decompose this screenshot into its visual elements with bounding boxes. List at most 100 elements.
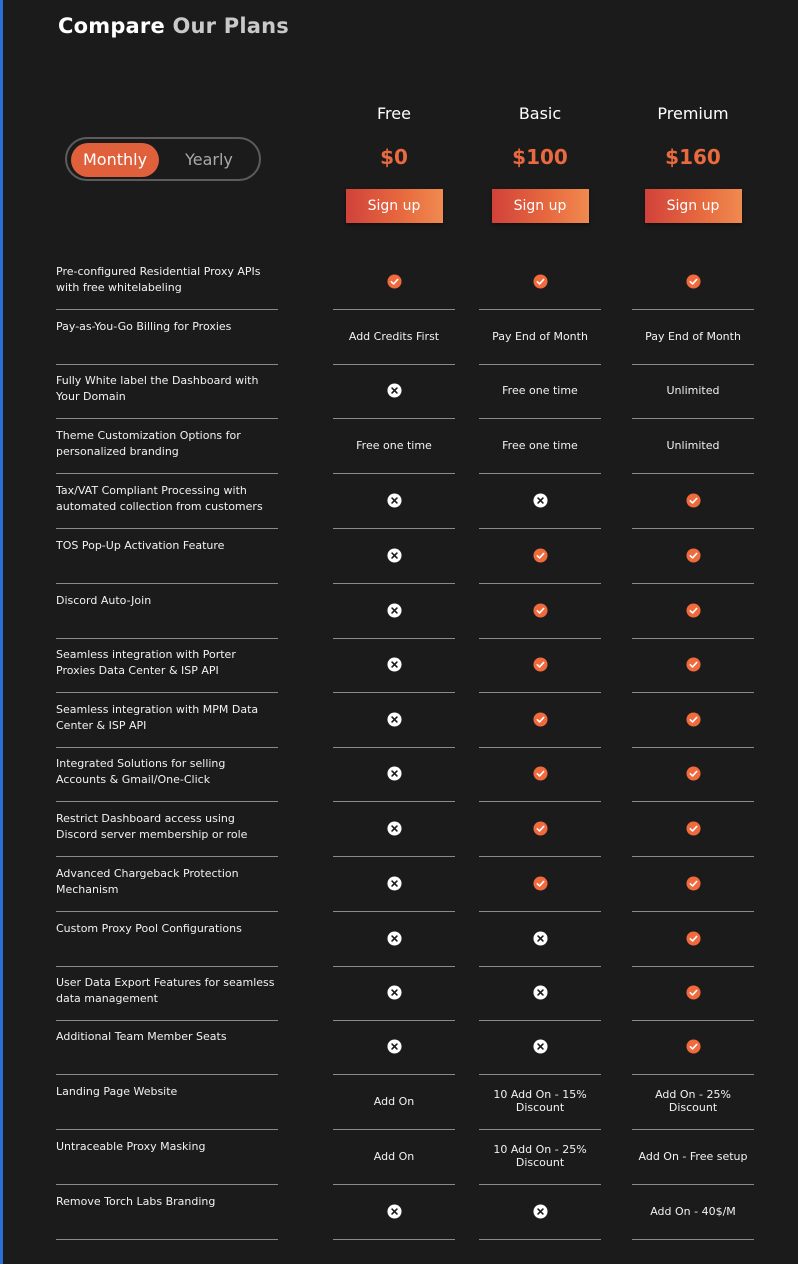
feature-cell-free [333, 255, 455, 310]
billing-period-toggle[interactable]: Monthly Yearly [65, 137, 261, 181]
check-icon [532, 765, 548, 781]
feature-label: Tax/VAT Compliant Processing with automa… [56, 474, 278, 529]
feature-label: Restrict Dashboard access using Discord … [56, 802, 278, 857]
feature-row: Fully White label the Dashboard with You… [0, 364, 798, 419]
feature-value: Add On - Free setup [638, 1149, 748, 1163]
feature-cell-premium [632, 584, 754, 639]
check-icon [685, 547, 701, 563]
feature-cell-basic: 10 Add On - 15% Discount [479, 1075, 601, 1130]
plan-column-basic: Basic $100 Sign up [479, 103, 601, 223]
feature-cell-premium [632, 912, 754, 967]
feature-cell-free [333, 529, 455, 584]
cross-icon [532, 1203, 548, 1219]
feature-row: Custom Proxy Pool Configurations [0, 912, 798, 967]
feature-cell-premium [632, 966, 754, 1021]
check-icon [685, 765, 701, 781]
cross-icon [532, 492, 548, 508]
cross-icon [386, 547, 402, 563]
feature-cell-premium [632, 747, 754, 802]
feature-value: 10 Add On - 25% Discount [493, 1143, 587, 1169]
feature-cell-premium: Unlimited [632, 419, 754, 474]
check-icon [532, 602, 548, 618]
feature-label: Advanced Chargeback Protection Mechanism [56, 857, 278, 912]
check-icon [532, 273, 548, 289]
feature-row: TOS Pop-Up Activation Feature [0, 529, 798, 584]
cross-icon [386, 602, 402, 618]
feature-row: Pay-as-You-Go Billing for Proxies Add Cre… [0, 310, 798, 365]
plan-column-premium: Premium $160 Sign up [632, 103, 754, 223]
feature-row: Advanced Chargeback Protection Mechanism [0, 857, 798, 912]
feature-row: Seamless integration with Porter Proxies… [0, 638, 798, 693]
plan-name: Free [377, 104, 411, 123]
cross-icon [532, 1038, 548, 1054]
feature-label: Remove Torch Labs Branding [56, 1185, 278, 1240]
feature-label: Pay-as-You-Go Billing for Proxies [56, 310, 278, 365]
feature-cell-premium: Add On - 40$/M [632, 1185, 754, 1240]
feature-cell-premium [632, 529, 754, 584]
feature-value: 10 Add On - 15% Discount [493, 1088, 587, 1114]
feature-row: Tax/VAT Compliant Processing with automa… [0, 474, 798, 529]
monthly-option[interactable]: Monthly [71, 143, 159, 177]
feature-row: Theme Customization Options for personal… [0, 419, 798, 474]
feature-label: Untraceable Proxy Masking [56, 1130, 278, 1185]
feature-cell-free [333, 584, 455, 639]
feature-row: Restrict Dashboard access using Discord … [0, 802, 798, 857]
plan-name: Basic [518, 104, 562, 123]
feature-cell-premium [632, 255, 754, 310]
feature-cell-basic: Free one time [479, 419, 601, 474]
signup-button-basic[interactable]: Sign up [491, 189, 589, 223]
cross-icon [386, 1203, 402, 1219]
feature-value: Free one time [502, 438, 578, 452]
feature-cell-free [333, 857, 455, 912]
plan-column-free: Free $0 Sign up [333, 103, 455, 223]
feature-row: Additional Team Member Seats [0, 1020, 798, 1075]
feature-value: Pay End of Month [492, 329, 588, 343]
feature-cell-free: Free one time [333, 419, 455, 474]
feature-cell-premium: Pay End of Month [632, 310, 754, 365]
check-icon [685, 820, 701, 836]
cross-icon [386, 382, 402, 398]
feature-cell-free [333, 747, 455, 802]
feature-label: Fully White label the Dashboard with You… [56, 364, 278, 419]
check-icon [685, 711, 701, 727]
feature-cell-basic [479, 857, 601, 912]
signup-button-free[interactable]: Sign up [345, 189, 443, 223]
feature-cell-premium [632, 857, 754, 912]
check-icon [685, 492, 701, 508]
check-icon [685, 273, 701, 289]
feature-cell-free: Add On [333, 1130, 455, 1185]
signup-button-premium[interactable]: Sign up [644, 189, 742, 223]
feature-cell-basic [479, 1185, 601, 1240]
feature-cell-basic [479, 693, 601, 748]
cross-icon [386, 820, 402, 836]
feature-label: Custom Proxy Pool Configurations [56, 912, 278, 967]
feature-value: Free one time [356, 438, 432, 452]
cross-icon [386, 656, 402, 672]
feature-label: Seamless integration with Porter Proxies… [56, 638, 278, 693]
feature-cell-free [333, 693, 455, 748]
feature-cell-premium [632, 693, 754, 748]
feature-cell-premium: Add On - 25% Discount [632, 1075, 754, 1130]
feature-label: Landing Page Website [56, 1075, 278, 1130]
feature-cell-basic [479, 802, 601, 857]
feature-cell-free [333, 364, 455, 419]
cross-icon [386, 765, 402, 781]
feature-value: Add On - 40$/M [650, 1204, 736, 1218]
cross-icon [386, 930, 402, 946]
feature-value: Add On [373, 1094, 415, 1108]
check-icon [532, 711, 548, 727]
feature-value: Unlimited [666, 383, 720, 397]
feature-row: User Data Export Features for seamless d… [0, 966, 798, 1021]
yearly-option[interactable]: Yearly [165, 143, 253, 177]
feature-row: Landing Page Website Add On 10 Add On - 15… [0, 1075, 798, 1130]
feature-row: Remove Torch Labs Branding Add On - 40$/M [0, 1185, 798, 1240]
check-icon [386, 273, 402, 289]
feature-label: Integrated Solutions for selling Account… [56, 747, 278, 802]
feature-row: Untraceable Proxy Masking Add On 10 Add On… [0, 1130, 798, 1185]
feature-row: Integrated Solutions for selling Account… [0, 747, 798, 802]
cross-icon [386, 875, 402, 891]
feature-cell-basic [479, 747, 601, 802]
feature-label: User Data Export Features for seamless d… [56, 966, 278, 1021]
plan-name: Premium [657, 104, 729, 123]
check-icon [685, 875, 701, 891]
